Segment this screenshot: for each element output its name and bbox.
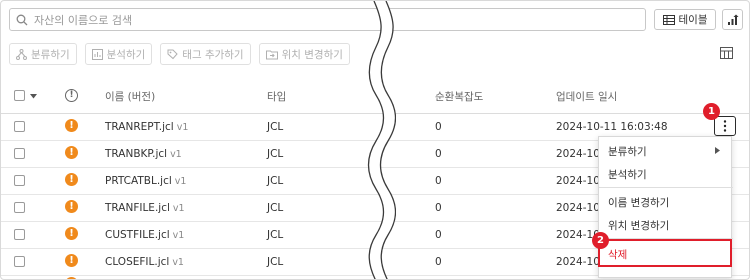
asset-complexity: 0	[435, 256, 442, 268]
row-checkbox[interactable]	[14, 256, 25, 267]
search-input[interactable]: 자산의 이름으로 검색	[9, 8, 646, 31]
add-tag-button[interactable]: 태그 추가하기	[160, 43, 251, 65]
asset-type: JCL	[267, 256, 284, 268]
asset-complexity: 0	[435, 202, 442, 214]
asset-type: JCL	[267, 202, 284, 214]
asset-name-text: CLOSEFIL.jcl	[105, 256, 170, 268]
asset-version: v1	[172, 257, 184, 268]
row-checkbox[interactable]	[14, 229, 25, 240]
column-header-name[interactable]: 이름 (버전)	[105, 89, 155, 104]
action-toolbar: 분류하기 분석하기 태그 추가하기 위치 변경하기	[9, 43, 350, 65]
asset-version: v1	[176, 122, 189, 133]
warning-icon: !	[65, 173, 78, 186]
add-tag-label: 태그 추가하기	[182, 48, 244, 61]
menu-item-analyze[interactable]: 분석하기	[608, 167, 647, 182]
column-settings-icon[interactable]	[720, 47, 733, 59]
asset-type: JCL	[267, 175, 284, 187]
warning-icon: !	[65, 254, 78, 267]
step-badge-1: 1	[703, 103, 720, 120]
asset-name: TRANBKP.jcl v1	[105, 148, 182, 160]
sort-icon	[727, 14, 738, 25]
asset-name: TRANREPT.jcl v1	[105, 121, 188, 133]
column-header-type[interactable]: 타입	[267, 89, 286, 104]
row-checkbox[interactable]	[14, 202, 25, 213]
asset-version: v1	[170, 149, 182, 160]
search-placeholder: 자산의 이름으로 검색	[34, 13, 133, 27]
asset-updated: 2024-10-11 16:03:48	[556, 121, 668, 133]
warning-icon: !	[65, 227, 78, 240]
chevron-down-icon[interactable]	[30, 94, 37, 99]
column-header-complexity[interactable]: 순환복잡도	[435, 89, 483, 104]
table-view-label: 테이블	[678, 14, 708, 26]
asset-type: JCL	[267, 229, 284, 241]
warning-icon: !	[65, 200, 78, 213]
menu-divider	[599, 187, 733, 188]
asset-type: JCL	[267, 121, 284, 133]
step-badge-2: 2	[592, 232, 609, 249]
asset-version: v1	[172, 203, 185, 214]
analyze-icon	[91, 48, 103, 60]
asset-name-text: CUSTFILE.jcl	[105, 229, 170, 241]
menu-item-classify[interactable]: 분류하기	[608, 144, 647, 159]
analyze-label: 분석하기	[106, 48, 146, 61]
move-label: 위치 변경하기	[281, 48, 343, 61]
asset-name: CLOSEFIL.jcl v1	[105, 256, 184, 268]
asset-name-text: TRANREPT.jcl	[105, 121, 174, 133]
warning-column-icon: !	[65, 89, 78, 102]
asset-version: v1	[174, 176, 187, 187]
menu-item-rename[interactable]: 이름 변경하기	[608, 195, 669, 210]
asset-list-panel: 자산의 이름으로 검색 테이블 분류하기 분석하기 태그 추가하기 위치 변경하…	[0, 0, 750, 280]
menu-item-move[interactable]: 위치 변경하기	[608, 218, 669, 233]
row-checkbox[interactable]	[14, 148, 25, 159]
select-all-checkbox[interactable]	[14, 90, 25, 101]
asset-name-text: PRTCATBL.jcl	[105, 175, 172, 187]
asset-complexity: 0	[435, 175, 442, 187]
asset-name-text: TRANBKP.jcl	[105, 148, 168, 160]
delete-highlight-box	[598, 239, 732, 267]
asset-name: TRANFILE.jcl v1	[105, 202, 185, 214]
classify-label: 분류하기	[31, 48, 70, 61]
more-vertical-icon	[723, 120, 727, 132]
row-checkbox[interactable]	[14, 175, 25, 186]
analyze-button[interactable]: 분석하기	[84, 43, 153, 65]
table-icon	[662, 14, 675, 25]
row-checkbox[interactable]	[14, 121, 25, 132]
warning-icon: !	[65, 146, 78, 159]
tag-icon	[167, 49, 178, 59]
column-header-updated[interactable]: 업데이트 일시	[556, 89, 617, 104]
asset-complexity: 0	[435, 229, 442, 241]
asset-complexity: 0	[435, 121, 442, 133]
folder-move-icon	[265, 50, 278, 59]
row-more-button[interactable]	[714, 116, 736, 136]
chevron-right-icon	[715, 147, 720, 154]
sort-button[interactable]	[722, 9, 743, 30]
asset-name: CUSTFILE.jcl v1	[105, 229, 184, 241]
asset-complexity: 0	[435, 148, 442, 160]
asset-type: JCL	[267, 148, 284, 160]
asset-name-text: TRANFILE.jcl	[105, 202, 170, 214]
search-icon	[16, 14, 28, 25]
move-button[interactable]: 위치 변경하기	[258, 43, 350, 65]
screenshot-break-divider	[367, 1, 396, 279]
asset-version: v1	[172, 230, 185, 241]
classify-icon	[16, 48, 27, 60]
asset-name: PRTCATBL.jcl v1	[105, 175, 186, 187]
table-view-button[interactable]: 테이블	[654, 9, 716, 30]
classify-button[interactable]: 분류하기	[9, 43, 77, 65]
warning-icon: !	[65, 119, 78, 132]
